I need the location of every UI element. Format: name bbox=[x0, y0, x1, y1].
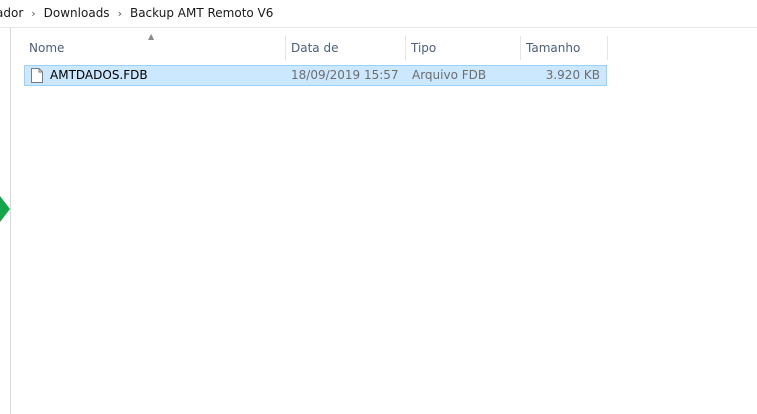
column-header-type[interactable]: Tipo bbox=[406, 36, 521, 60]
breadcrumb-item-current-folder[interactable]: Backup AMT Remoto V6 bbox=[129, 6, 274, 20]
column-header-size-label: Tamanho bbox=[526, 41, 581, 55]
column-header-date-modified[interactable]: Data de modificaç... bbox=[286, 36, 406, 79]
file-row-selected[interactable]: AMTDADOS.FDB 18/09/2019 15:57 Arquivo FD… bbox=[24, 65, 607, 86]
column-header-name-label: Nome bbox=[29, 41, 65, 55]
green-arrow-marker-icon bbox=[0, 196, 10, 222]
breadcrumb-item-parent[interactable]: ador bbox=[0, 6, 24, 20]
column-header-type-label: Tipo bbox=[411, 41, 437, 55]
address-bar[interactable]: ador › Downloads › Backup AMT Remoto V6 bbox=[0, 0, 757, 28]
file-name: AMTDADOS.FDB bbox=[50, 68, 148, 82]
sort-ascending-icon: ▲ bbox=[148, 32, 155, 41]
breadcrumb-separator-icon[interactable]: › bbox=[118, 7, 122, 20]
breadcrumb: ador › Downloads › Backup AMT Remoto V6 bbox=[0, 6, 274, 20]
column-header-row: ▲ Nome Data de modificaç... Tipo Tamanho bbox=[24, 32, 608, 79]
breadcrumb-separator-icon[interactable]: › bbox=[31, 7, 35, 20]
file-date-modified: 18/09/2019 15:57 bbox=[291, 68, 399, 82]
breadcrumb-item-downloads[interactable]: Downloads bbox=[43, 6, 111, 20]
file-type: Arquivo FDB bbox=[412, 68, 487, 82]
file-size: 3.920 KB bbox=[545, 68, 600, 82]
column-header-name[interactable]: ▲ Nome bbox=[24, 32, 286, 60]
file-icon bbox=[31, 68, 43, 83]
column-header-size[interactable]: Tamanho bbox=[521, 36, 608, 60]
